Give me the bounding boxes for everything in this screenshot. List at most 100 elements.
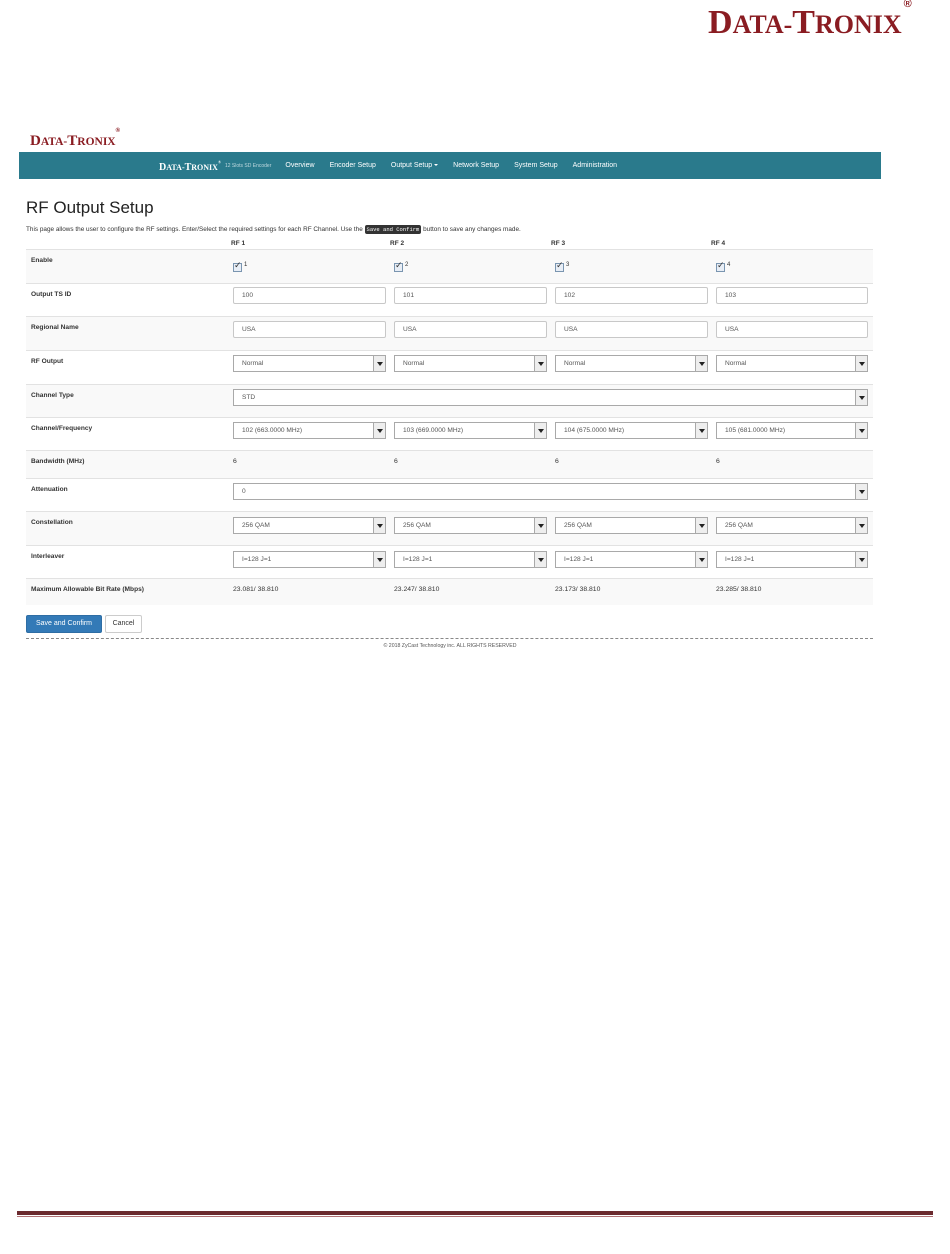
row-label-enable: Enable bbox=[31, 257, 53, 264]
constellation-select-4[interactable]: 256 QAM bbox=[716, 517, 868, 534]
row-label-channel-type: Channel Type bbox=[31, 392, 74, 399]
save-and-confirm-button[interactable]: Save and Confirm bbox=[26, 615, 102, 633]
rf-output-select-4[interactable]: Normal bbox=[716, 355, 868, 372]
dropdown-arrow-icon bbox=[855, 423, 867, 438]
row-label-regional-name: Regional Name bbox=[31, 324, 79, 331]
rf-output-value-3: Normal bbox=[564, 360, 586, 367]
regional-name-input-2[interactable]: USA bbox=[394, 321, 547, 338]
nav-item-encoder-setup[interactable]: Encoder Setup bbox=[330, 162, 376, 169]
intro-text-after: button to save any changes made. bbox=[421, 226, 521, 233]
row-label-constellation: Constellation bbox=[31, 519, 73, 526]
nav-item-overview[interactable]: Overview bbox=[285, 162, 314, 169]
page-title: RF Output Setup bbox=[26, 198, 154, 217]
channel-frequency-select-4[interactable]: 105 (681.0000 MHz) bbox=[716, 422, 868, 439]
constellation-select-1[interactable]: 256 QAM bbox=[233, 517, 386, 534]
caret-down-icon bbox=[434, 164, 439, 167]
navbar: DATA-TRONIX® 12 Slots SD Encoder Overvie… bbox=[19, 152, 881, 179]
row-channel-type: Channel Type STD bbox=[26, 384, 873, 417]
interleaver-value-3: I=128 J=1 bbox=[564, 556, 594, 563]
interleaver-select-3[interactable]: I=128 J=1 bbox=[555, 551, 708, 568]
channel-frequency-select-1[interactable]: 102 (663.0000 MHz) bbox=[233, 422, 386, 439]
cancel-button[interactable]: Cancel bbox=[105, 615, 142, 633]
row-channel-frequency: Channel/Frequency 102 (663.0000 MHz) 103… bbox=[26, 417, 873, 450]
nav-item-output-setup[interactable]: Output Setup bbox=[391, 162, 439, 169]
row-label-rf-output: RF Output bbox=[31, 358, 64, 365]
interleaver-value-4: I=128 J=1 bbox=[725, 556, 755, 563]
constellation-select-2[interactable]: 256 QAM bbox=[394, 517, 547, 534]
dropdown-arrow-icon bbox=[695, 423, 707, 438]
rf-output-select-3[interactable]: Normal bbox=[555, 355, 708, 372]
document-logo: DATA-TRONIX® bbox=[708, 0, 912, 41]
enable-label-2: 2 bbox=[405, 262, 409, 268]
constellation-value-2: 256 QAM bbox=[403, 522, 431, 529]
interleaver-value-2: I=128 J=1 bbox=[403, 556, 433, 563]
rf-output-select-1[interactable]: Normal bbox=[233, 355, 386, 372]
document-footer-rule-thin bbox=[17, 1216, 933, 1217]
dropdown-arrow-icon bbox=[695, 552, 707, 567]
channel-frequency-value-3: 104 (675.0000 MHz) bbox=[564, 427, 625, 434]
rf-output-select-2[interactable]: Normal bbox=[394, 355, 547, 372]
max-bitrate-value-4: 23.285/ 38.810 bbox=[716, 586, 762, 593]
dropdown-arrow-icon bbox=[855, 356, 867, 371]
dropdown-arrow-icon bbox=[534, 356, 546, 371]
enable-label-3: 3 bbox=[566, 262, 570, 268]
dropdown-arrow-icon bbox=[373, 552, 385, 567]
dropdown-arrow-icon bbox=[855, 390, 867, 405]
attenuation-value: 0 bbox=[242, 488, 246, 495]
channel-frequency-select-2[interactable]: 103 (669.0000 MHz) bbox=[394, 422, 547, 439]
enable-label-1: 1 bbox=[244, 262, 248, 268]
row-rf-output: RF Output Normal Normal Normal Normal bbox=[26, 350, 873, 384]
regional-name-input-1[interactable]: USA bbox=[233, 321, 386, 338]
interleaver-select-4[interactable]: I=128 J=1 bbox=[716, 551, 868, 568]
channel-type-select[interactable]: STD bbox=[233, 389, 868, 406]
page-intro: This page allows the user to configure t… bbox=[26, 225, 521, 234]
constellation-select-3[interactable]: 256 QAM bbox=[555, 517, 708, 534]
enable-checkbox-4[interactable] bbox=[716, 261, 725, 272]
enable-checkbox-1[interactable] bbox=[233, 261, 242, 272]
dropdown-arrow-icon bbox=[855, 518, 867, 533]
regional-name-input-3[interactable]: USA bbox=[555, 321, 708, 338]
row-label-attenuation: Attenuation bbox=[31, 486, 68, 493]
dropdown-arrow-icon bbox=[534, 552, 546, 567]
constellation-value-4: 256 QAM bbox=[725, 522, 753, 529]
nav-brand[interactable]: DATA-TRONIX® bbox=[159, 157, 221, 175]
column-header-rf2: RF 2 bbox=[390, 240, 405, 247]
regional-name-input-4[interactable]: USA bbox=[716, 321, 868, 338]
rf-output-value-1: Normal bbox=[242, 360, 264, 367]
dropdown-arrow-icon bbox=[373, 423, 385, 438]
nav-item-system-setup[interactable]: System Setup bbox=[514, 162, 558, 169]
column-header-rf3: RF 3 bbox=[551, 240, 566, 247]
dropdown-arrow-icon bbox=[695, 356, 707, 371]
interleaver-value-1: I=128 J=1 bbox=[242, 556, 272, 563]
column-header-rf1: RF 1 bbox=[231, 240, 246, 247]
dropdown-arrow-icon bbox=[534, 423, 546, 438]
bandwidth-value-4: 6 bbox=[716, 458, 720, 465]
rf-output-value-2: Normal bbox=[403, 360, 425, 367]
enable-checkbox-2[interactable] bbox=[394, 261, 403, 272]
footer-divider bbox=[26, 638, 873, 639]
output-ts-id-input-1[interactable]: 100 bbox=[233, 287, 386, 304]
nav-tagline: 12 Slots SD Encoder bbox=[224, 162, 272, 169]
channel-frequency-value-1: 102 (663.0000 MHz) bbox=[242, 427, 303, 434]
row-label-max-bitrate: Maximum Allowable Bit Rate (Mbps) bbox=[31, 586, 144, 593]
enable-checkbox-3[interactable] bbox=[555, 261, 564, 272]
attenuation-select[interactable]: 0 bbox=[233, 483, 868, 500]
intro-code: Save and Confirm bbox=[364, 225, 422, 234]
output-ts-id-input-2[interactable]: 101 bbox=[394, 287, 547, 304]
nav-item-network-setup[interactable]: Network Setup bbox=[453, 162, 499, 169]
row-output-ts-id: Output TS ID 100 101 102 103 bbox=[26, 283, 873, 316]
constellation-value-3: 256 QAM bbox=[564, 522, 592, 529]
row-regional-name: Regional Name USA USA USA USA bbox=[26, 316, 873, 350]
output-ts-id-input-3[interactable]: 102 bbox=[555, 287, 708, 304]
app-logo: DATA-TRONIX® bbox=[30, 127, 121, 149]
constellation-value-1: 256 QAM bbox=[242, 522, 270, 529]
dropdown-arrow-icon bbox=[855, 552, 867, 567]
interleaver-select-1[interactable]: I=128 J=1 bbox=[233, 551, 386, 568]
nav-item-administration[interactable]: Administration bbox=[573, 162, 617, 169]
interleaver-select-2[interactable]: I=128 J=1 bbox=[394, 551, 547, 568]
channel-frequency-select-3[interactable]: 104 (675.0000 MHz) bbox=[555, 422, 708, 439]
output-ts-id-input-4[interactable]: 103 bbox=[716, 287, 868, 304]
row-enable: Enable 1 2 3 4 bbox=[26, 249, 873, 283]
intro-text-before: This page allows the user to configure t… bbox=[26, 226, 365, 233]
max-bitrate-value-3: 23.173/ 38.810 bbox=[555, 586, 601, 593]
